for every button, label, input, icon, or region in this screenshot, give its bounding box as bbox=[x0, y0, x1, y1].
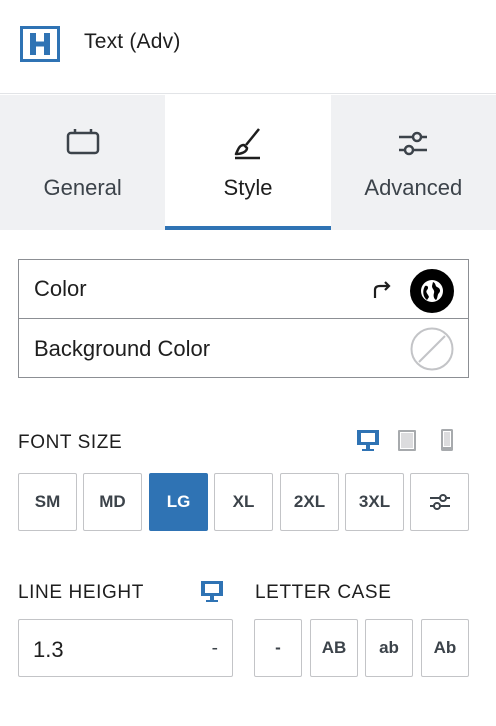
font-size-xl-button[interactable]: XL bbox=[214, 473, 273, 531]
font-size-md-button[interactable]: MD bbox=[83, 473, 142, 531]
sliders-icon bbox=[429, 494, 450, 510]
font-size-2xl-button[interactable]: 2XL bbox=[280, 473, 339, 531]
globe-icon bbox=[421, 280, 443, 302]
font-size-custom-button[interactable] bbox=[410, 473, 469, 531]
sliders-icon bbox=[399, 131, 428, 156]
inspector-tabs: General Style Advanced bbox=[0, 95, 496, 230]
letter-case-label: LETTER CASE bbox=[255, 582, 392, 603]
letter-case-capitalize-button[interactable]: Ab bbox=[421, 619, 469, 677]
heading-block-icon bbox=[20, 26, 60, 62]
desktop-icon[interactable] bbox=[199, 578, 225, 604]
line-height-label: LINE HEIGHT bbox=[18, 582, 144, 603]
block-header: Text (Adv) bbox=[0, 0, 496, 94]
mobile-icon[interactable] bbox=[434, 427, 460, 453]
font-size-label: FONT SIZE bbox=[18, 432, 123, 453]
letter-case-upper-button[interactable]: AB bbox=[310, 619, 358, 677]
tab-general-label: General bbox=[43, 175, 122, 200]
color-label: Color bbox=[34, 276, 87, 301]
desktop-icon[interactable] bbox=[355, 427, 381, 453]
letter-case-lower-button[interactable]: ab bbox=[365, 619, 413, 677]
tab-style-label: Style bbox=[223, 175, 273, 200]
tab-advanced-label: Advanced bbox=[364, 175, 463, 200]
tab-style[interactable]: Style bbox=[165, 95, 331, 230]
paintbrush-icon bbox=[234, 128, 260, 160]
font-size-sm-button[interactable]: SM bbox=[18, 473, 77, 531]
tab-advanced[interactable]: Advanced bbox=[331, 95, 496, 230]
color-settings: Color Background Color bbox=[18, 259, 469, 378]
tablet-icon[interactable] bbox=[394, 427, 420, 453]
line-height-unit[interactable]: - bbox=[212, 638, 218, 660]
font-size-3xl-button[interactable]: 3XL bbox=[345, 473, 404, 531]
color-row: Color bbox=[19, 260, 468, 319]
letter-case-none-button[interactable]: - bbox=[254, 619, 302, 677]
background-color-row: Background Color bbox=[19, 319, 468, 378]
font-size-lg-button[interactable]: LG bbox=[149, 473, 208, 531]
color-swatch[interactable] bbox=[410, 269, 454, 313]
empty-color-swatch[interactable] bbox=[410, 327, 454, 371]
line-height-input[interactable]: 1.3 - bbox=[18, 619, 233, 677]
reset-icon[interactable] bbox=[370, 278, 394, 302]
box-icon bbox=[66, 129, 99, 155]
line-height-value: 1.3 bbox=[33, 637, 64, 662]
block-title: Text (Adv) bbox=[84, 30, 181, 53]
background-color-label: Background Color bbox=[34, 335, 211, 361]
tab-general[interactable]: General bbox=[0, 95, 165, 230]
